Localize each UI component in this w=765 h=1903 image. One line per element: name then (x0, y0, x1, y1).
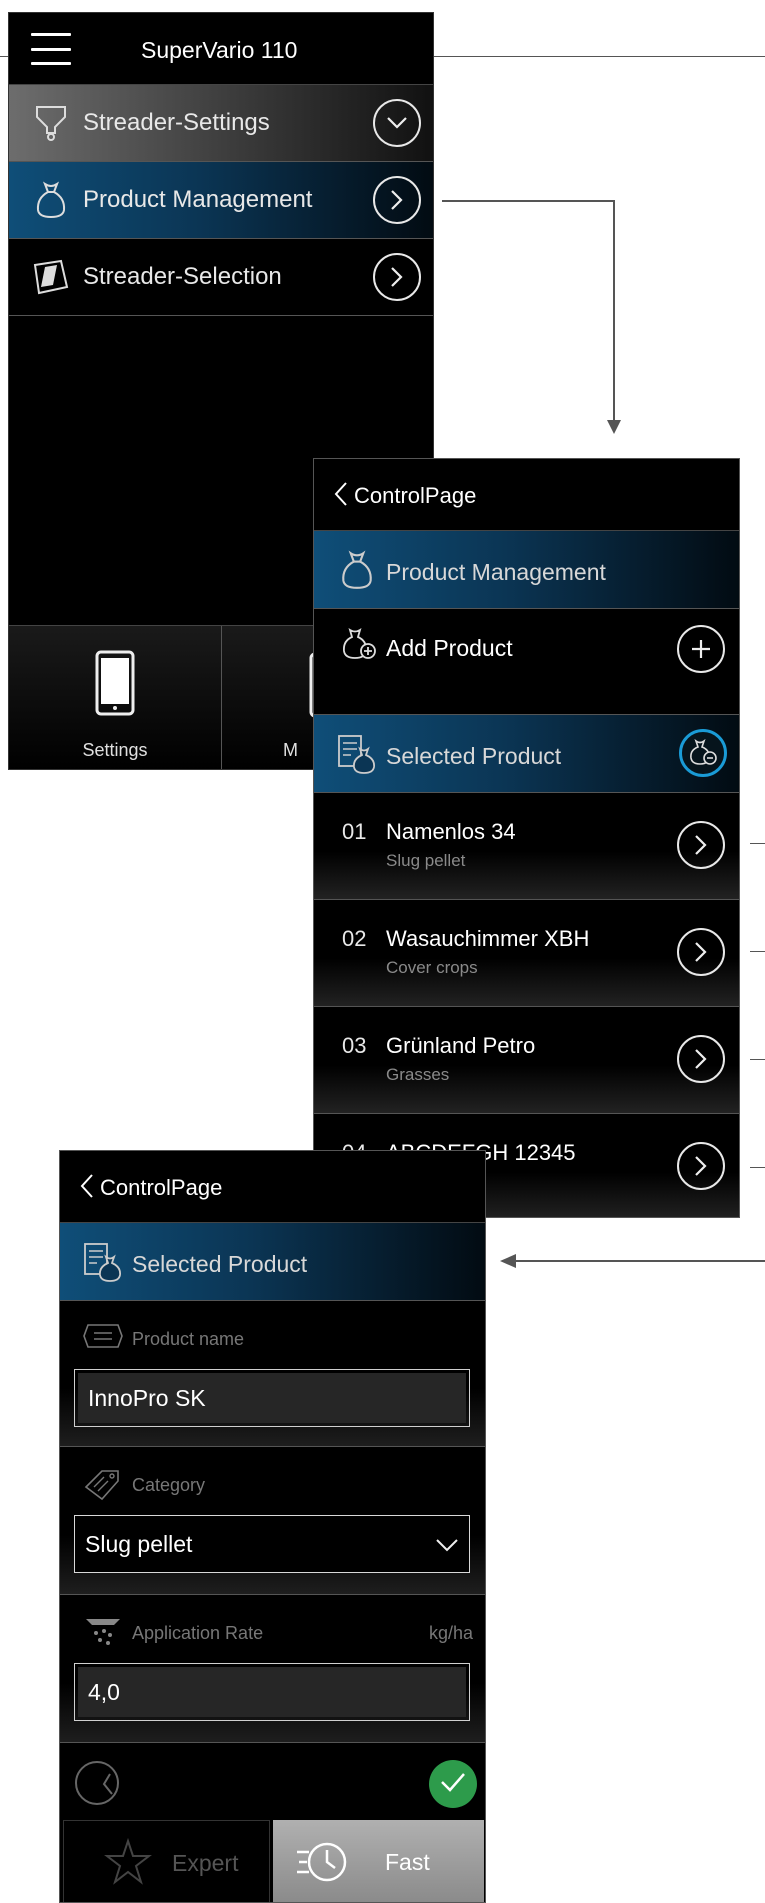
remove-product-icon[interactable] (679, 729, 727, 777)
product-name-field: Product name InnoPro SK (60, 1301, 485, 1447)
add-product-icon (340, 627, 378, 663)
chevron-left-icon (80, 1173, 102, 1201)
expert-mode-button[interactable]: Expert (63, 1820, 270, 1902)
category-value: Slug pellet (85, 1530, 193, 1557)
menu-item-label: Product Management (83, 186, 313, 213)
chevron-right-icon[interactable] (677, 1035, 725, 1083)
rate-unit: kg/ha (428, 1623, 473, 1643)
hamburger-menu-icon[interactable] (31, 33, 71, 65)
back-label: ControlPage (354, 483, 477, 508)
menu-item-label: Streader-Selection (83, 263, 282, 290)
chevron-right-icon[interactable] (677, 821, 725, 869)
back-button[interactable]: ControlPage (60, 1151, 485, 1223)
app-header: SuperVario 110 (9, 13, 433, 85)
connector-stub-4 (750, 1167, 765, 1168)
product-number: 01 (342, 819, 367, 844)
chevron-right-icon[interactable] (677, 1142, 725, 1190)
connector-line-top (0, 56, 8, 57)
product-name: Grünland Petro (386, 1033, 536, 1058)
product-number: 03 (342, 1033, 367, 1058)
section-title: Selected Product (132, 1251, 308, 1277)
chevron-right-icon[interactable] (677, 928, 725, 976)
expert-label: Expert (172, 1850, 239, 1876)
add-product-row[interactable]: Add Product (314, 609, 739, 715)
nav-settings-label: Settings (82, 740, 148, 760)
application-rate-field: Application Rate kg/ha 4,0 (60, 1595, 485, 1743)
section-title: Selected Product (386, 743, 562, 769)
nav-settings[interactable]: Settings (9, 626, 222, 769)
product-name-input[interactable]: InnoPro SK (74, 1369, 470, 1427)
product-number: 02 (342, 926, 367, 951)
product-name-value[interactable]: InnoPro SK (78, 1373, 466, 1423)
chevron-left-icon (334, 481, 356, 509)
connector-arrow-left (500, 1254, 516, 1268)
product-category: Cover crops (386, 958, 478, 977)
plus-icon[interactable] (677, 625, 725, 673)
loading-spinner-icon (72, 1758, 122, 1808)
section-header-product-management: Product Management (314, 531, 739, 609)
section-header-selected-product: Selected Product (60, 1223, 485, 1301)
chevron-down-icon[interactable] (373, 99, 421, 147)
field-label: Application Rate (132, 1623, 264, 1643)
checkmark-icon (440, 1772, 466, 1797)
back-button[interactable]: ControlPage (314, 459, 739, 531)
confirm-check-button[interactable] (429, 1760, 477, 1808)
add-product-label: Add Product (386, 635, 513, 661)
nav-second-label: M (283, 740, 298, 760)
chevron-right-icon[interactable] (373, 253, 421, 301)
product-category: Grasses (386, 1065, 450, 1084)
list-item[interactable]: 01 Namenlos 34 Slug pellet (314, 793, 739, 900)
product-bag-icon (31, 180, 71, 220)
chevron-down-icon (435, 1531, 459, 1558)
list-item[interactable]: 03 Grünland Petro Grasses (314, 1007, 739, 1114)
star-icon (102, 1837, 154, 1889)
label-tag-icon (82, 1321, 124, 1355)
selected-product-icon (82, 1241, 124, 1283)
product-category: Slug pellet (386, 851, 466, 870)
fast-clock-icon (295, 1836, 347, 1888)
confirm-row (60, 1744, 485, 1824)
section-title: Product Management (386, 559, 606, 585)
list-item[interactable]: 02 Wasauchimmer XBH Cover crops (314, 900, 739, 1007)
connector-stub-1 (750, 843, 765, 844)
connector-arrow-down (607, 420, 621, 434)
application-rate-input[interactable]: 4,0 (74, 1663, 470, 1721)
app-title: SuperVario 110 (141, 37, 298, 63)
connector-line-return (515, 1260, 765, 1262)
menu-item-streader-selection[interactable]: Streader-Selection (9, 239, 433, 316)
selected-product-icon (336, 733, 378, 775)
mode-switch: Expert Fast (60, 1820, 485, 1902)
menu-item-streader-settings[interactable]: Streader-Settings (9, 85, 433, 162)
hopper-icon (31, 103, 71, 143)
phone-icon (95, 650, 135, 721)
menu-item-product-management[interactable]: Product Management (9, 162, 433, 239)
connector-line-product (442, 200, 614, 202)
connector-line-top-right (434, 56, 765, 57)
category-select-inner[interactable]: Slug pellet (75, 1516, 469, 1572)
field-label: Category (132, 1475, 206, 1495)
product-name: Namenlos 34 (386, 819, 516, 844)
category-field: Category Slug pellet (60, 1447, 485, 1595)
connector-line-down (613, 200, 615, 420)
section-header-selected-product: Selected Product (314, 715, 739, 793)
category-select[interactable]: Slug pellet (74, 1515, 470, 1573)
menu-item-label: Streader-Settings (83, 109, 270, 136)
spreader-disc-icon (31, 257, 71, 297)
product-bag-icon (336, 549, 378, 591)
application-rate-value[interactable]: 4,0 (78, 1667, 466, 1717)
chevron-right-icon[interactable] (373, 176, 421, 224)
price-tag-icon (82, 1467, 124, 1501)
back-label: ControlPage (100, 1175, 223, 1200)
field-label: Product name (132, 1329, 245, 1349)
product-management-panel: ControlPage Product Management Add Produ… (313, 458, 740, 1218)
fast-label: Fast (385, 1849, 430, 1875)
product-name: Wasauchimmer XBH (386, 926, 590, 951)
fast-mode-button[interactable]: Fast (273, 1820, 484, 1902)
spreading-icon (82, 1615, 124, 1649)
selected-product-panel: ControlPage Selected Product Product nam… (59, 1150, 486, 1903)
connector-stub-3 (750, 1059, 765, 1060)
connector-stub-2 (750, 951, 765, 952)
